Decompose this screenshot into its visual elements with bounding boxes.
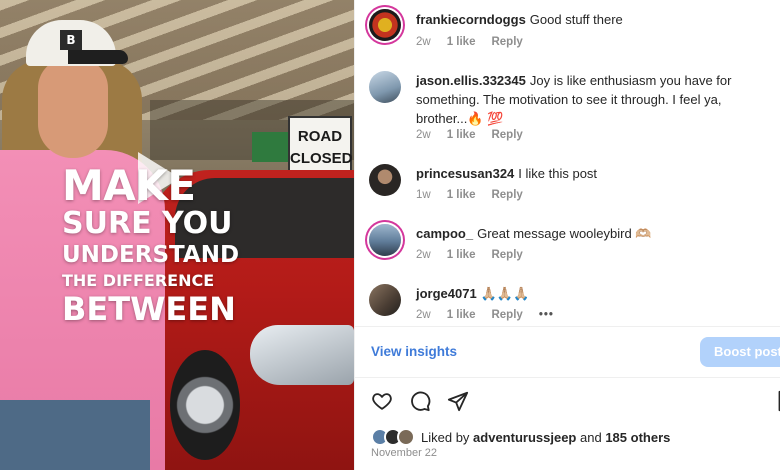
post-date: November 22 bbox=[371, 447, 438, 459]
view-insights-link[interactable]: View insights bbox=[371, 344, 457, 359]
comment-text: jorge4071 🙏🏼🙏🏼🙏🏼 bbox=[416, 284, 761, 303]
comment-like-count[interactable]: 1 like bbox=[447, 36, 476, 48]
liker-avatars bbox=[371, 428, 415, 446]
car-headlight bbox=[250, 325, 354, 385]
person-face bbox=[38, 58, 108, 158]
comment-meta: 2w 1 like Reply bbox=[416, 129, 523, 141]
reply-button[interactable]: Reply bbox=[491, 189, 522, 201]
comment-age: 2w bbox=[416, 309, 431, 321]
comment-text: princesusan324 I like this post bbox=[416, 164, 761, 183]
cap-logo: B bbox=[60, 30, 82, 50]
car-wheel bbox=[170, 350, 240, 460]
comment-username[interactable]: princesusan324 bbox=[416, 166, 514, 181]
comment-age: 2w bbox=[416, 249, 431, 261]
comment-username[interactable]: campoo_ bbox=[416, 226, 473, 241]
reply-button[interactable]: Reply bbox=[491, 129, 522, 141]
reply-button[interactable]: Reply bbox=[491, 36, 522, 48]
comment-text: campoo_ Great message wooleybird 🫶🏼 bbox=[416, 224, 761, 243]
heart-icon[interactable] bbox=[371, 390, 393, 412]
more-options-icon[interactable]: ••• bbox=[539, 309, 554, 321]
comment-username[interactable]: jorge4071 bbox=[416, 286, 477, 301]
comment-body: Good stuff there bbox=[529, 12, 623, 27]
video-player[interactable]: ROAD CLOSED B MAKE SURE YOU UNDERSTAND T… bbox=[0, 0, 354, 470]
comment-text: jason.ellis.332345 Joy is like enthusiasm… bbox=[416, 71, 761, 128]
reply-button[interactable]: Reply bbox=[491, 249, 522, 261]
avatar[interactable] bbox=[369, 9, 401, 41]
video-caption-overlay: MAKE SURE YOU UNDERSTAND THE DIFFERENCE … bbox=[62, 161, 240, 328]
comment-like-count[interactable]: 1 like bbox=[447, 189, 476, 201]
liked-by-others[interactable]: 185 others bbox=[605, 430, 670, 445]
boost-post-button[interactable]: Boost post bbox=[700, 337, 780, 367]
cap-bill bbox=[68, 50, 128, 64]
comment-icon[interactable] bbox=[409, 390, 431, 412]
action-bar bbox=[371, 390, 469, 412]
comment-meta: 2w 1 like Reply bbox=[416, 249, 523, 261]
comment-age: 2w bbox=[416, 129, 431, 141]
comment-age: 2w bbox=[416, 36, 431, 48]
comments-panel: frankiecorndoggs Good stuff there 2w 1 li… bbox=[354, 0, 780, 470]
divider bbox=[355, 326, 780, 327]
overlay-line: UNDERSTAND bbox=[62, 242, 240, 268]
comment-body: 🙏🏼🙏🏼🙏🏼 bbox=[480, 286, 530, 301]
sign-line-2: CLOSED bbox=[290, 150, 353, 167]
comment-meta: 2w 1 like Reply ••• bbox=[416, 309, 554, 321]
comment-text: frankiecorndoggs Good stuff there bbox=[416, 10, 761, 29]
comment-meta: 1w 1 like Reply bbox=[416, 189, 523, 201]
comment-username[interactable]: jason.ellis.332345 bbox=[416, 73, 526, 88]
comment-like-count[interactable]: 1 like bbox=[447, 249, 476, 261]
avatar[interactable] bbox=[369, 284, 401, 316]
person-shorts bbox=[0, 400, 150, 470]
liked-by-prefix: Liked by bbox=[421, 429, 470, 445]
liked-by-user[interactable]: adventurussjeep bbox=[473, 430, 576, 445]
overlay-line: SURE YOU bbox=[62, 206, 233, 241]
liked-by-and: and bbox=[580, 429, 602, 445]
comment-age: 1w bbox=[416, 189, 431, 201]
avatar[interactable] bbox=[369, 224, 401, 256]
overlay-line: BETWEEN bbox=[62, 290, 236, 328]
overlay-line: MAKE bbox=[62, 161, 196, 210]
comment-like-count[interactable]: 1 like bbox=[447, 309, 476, 321]
comment-like-count[interactable]: 1 like bbox=[447, 129, 476, 141]
comment-body: I like this post bbox=[518, 166, 598, 181]
green-box bbox=[252, 132, 288, 162]
liked-by-row: Liked by adventurussjeep and 185 others bbox=[371, 427, 670, 447]
comment-meta: 2w 1 like Reply bbox=[416, 36, 523, 48]
comment-body: Great message wooleybird 🫶🏼 bbox=[477, 226, 652, 241]
avatar bbox=[397, 428, 415, 446]
avatar[interactable] bbox=[369, 71, 401, 103]
divider bbox=[355, 377, 780, 378]
comment-username[interactable]: frankiecorndoggs bbox=[416, 12, 526, 27]
overlay-line: THE DIFFERENCE bbox=[62, 271, 215, 290]
avatar[interactable] bbox=[369, 164, 401, 196]
share-icon[interactable] bbox=[447, 390, 469, 412]
sign-line-1: ROAD bbox=[297, 128, 343, 145]
reply-button[interactable]: Reply bbox=[491, 309, 522, 321]
